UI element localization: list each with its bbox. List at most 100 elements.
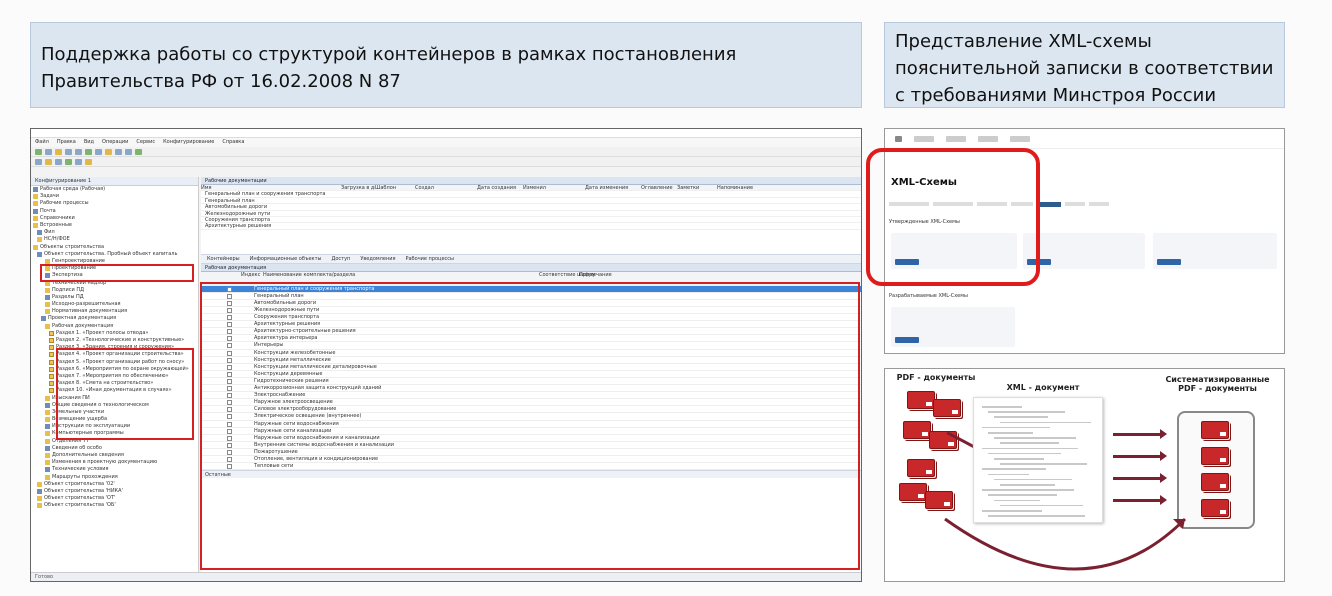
toolbar-icon[interactable] bbox=[35, 158, 42, 165]
xml-text-line bbox=[982, 468, 1046, 470]
tree-item[interactable]: Дополнительные сведения bbox=[31, 452, 198, 459]
tree-item[interactable]: Изменения в проектную документацию bbox=[31, 459, 198, 466]
toolbar-icon[interactable] bbox=[65, 148, 72, 155]
tree-item[interactable]: Объект строительства 'ОБ' bbox=[31, 502, 198, 509]
column-header[interactable]: Создал bbox=[415, 185, 477, 190]
toolbar-icon[interactable] bbox=[75, 148, 82, 155]
menu-item[interactable]: Конфигурирование bbox=[163, 138, 214, 147]
xml-tab-active[interactable] bbox=[1037, 202, 1061, 207]
tree-item-label: Объект строительства 'НИКА' bbox=[44, 487, 123, 494]
tree-item[interactable]: Разделы ПД bbox=[31, 294, 198, 301]
tree-item-label: HC/H/ФОЕ bbox=[44, 236, 70, 243]
tree-item[interactable]: Объект строительства. Пробный объект кап… bbox=[31, 251, 198, 258]
toolbar-icon[interactable] bbox=[45, 148, 52, 155]
toolbar-icon[interactable] bbox=[125, 148, 132, 155]
tree-item[interactable]: Рабочая документация bbox=[31, 323, 198, 330]
xml-text-line bbox=[982, 510, 1042, 512]
folder-icon bbox=[45, 467, 50, 473]
schema-card bbox=[1023, 233, 1145, 269]
tree-item[interactable]: Проектная документация bbox=[31, 315, 198, 322]
tree-item[interactable]: Рабочие процессы bbox=[31, 200, 198, 207]
object-tab[interactable]: Доступ bbox=[331, 256, 350, 262]
xml-text-line bbox=[994, 458, 1044, 460]
column-header[interactable]: Оглавление bbox=[641, 185, 677, 190]
tree-item[interactable]: Объект строительства 'НИКА' bbox=[31, 488, 198, 495]
tree-item[interactable]: Технические условия bbox=[31, 466, 198, 473]
xml-tab[interactable] bbox=[1089, 202, 1109, 206]
column-header[interactable]: Дата создания bbox=[477, 185, 523, 190]
column-header[interactable]: Напоминание bbox=[717, 185, 757, 190]
toolbar-icon[interactable] bbox=[105, 148, 112, 155]
toolbar-icon[interactable] bbox=[85, 148, 92, 155]
toolbar-icon[interactable] bbox=[75, 158, 82, 165]
object-tab[interactable]: Контейнеры bbox=[207, 256, 240, 262]
tree-item[interactable]: Маршруты прохождения bbox=[31, 474, 198, 481]
tree-item[interactable]: Почта bbox=[31, 208, 198, 215]
toolbar-icon[interactable] bbox=[65, 158, 72, 165]
toolbar-icon[interactable] bbox=[135, 148, 142, 155]
arrow-icon bbox=[1113, 473, 1167, 483]
tree-item[interactable]: Раздел 2. «Технологические и конструктив… bbox=[31, 337, 198, 344]
tree-item[interactable]: Исходно-разрешительная bbox=[31, 301, 198, 308]
object-tab[interactable]: Рабочие процессы bbox=[405, 256, 454, 262]
menu-item[interactable]: Справка bbox=[222, 138, 244, 147]
tree-item-label: Объект строительства. Пробный объект кап… bbox=[44, 250, 178, 257]
tree-item-label: Объект строительства 'ОТ' bbox=[44, 495, 116, 502]
tree-item[interactable]: Объекты строительства bbox=[31, 244, 198, 251]
title-left-line2: Правительства РФ от 16.02.2008 N 87 bbox=[41, 71, 401, 92]
tree-item[interactable]: Справочники bbox=[31, 215, 198, 222]
xml-text-line bbox=[988, 515, 1085, 517]
column-header[interactable]: Имя bbox=[201, 185, 341, 190]
folder-icon bbox=[49, 352, 54, 358]
tree-item[interactable]: HC/H/ФОЕ bbox=[31, 236, 198, 243]
toolbar-icon[interactable] bbox=[55, 158, 62, 165]
object-tab[interactable]: Уведомления bbox=[360, 256, 395, 262]
tree-item-label: Объект строительства 'ОБ' bbox=[44, 502, 116, 509]
tree-tab[interactable]: Конфигурирование 1 bbox=[31, 177, 198, 186]
toolbar-icon[interactable] bbox=[55, 148, 62, 155]
tree-item[interactable]: Объект строительства 'ОТ' bbox=[31, 495, 198, 502]
tree-item-label: Рабочая документация bbox=[52, 322, 114, 329]
toolbar-icon[interactable] bbox=[115, 148, 122, 155]
column-header[interactable]: Шаблон bbox=[375, 185, 415, 190]
folder-icon bbox=[45, 287, 50, 293]
download-button[interactable] bbox=[895, 337, 919, 343]
nav-link[interactable] bbox=[946, 135, 966, 142]
tree-item[interactable]: Нормативная документация bbox=[31, 308, 198, 315]
xml-tab[interactable] bbox=[1065, 202, 1085, 206]
menu-item[interactable]: Правка bbox=[57, 138, 76, 147]
tree-item[interactable]: Подписи ПД bbox=[31, 287, 198, 294]
download-button[interactable] bbox=[1157, 259, 1181, 265]
tree-item-label: Нормативная документация bbox=[52, 308, 128, 315]
column-header[interactable]: Заметки bbox=[677, 185, 717, 190]
menu-item[interactable]: Операции bbox=[102, 138, 128, 147]
column-header[interactable]: Загрузка в днях bbox=[341, 185, 375, 190]
column-header[interactable]: Дата изменения bbox=[585, 185, 641, 190]
nav-link[interactable] bbox=[914, 135, 934, 142]
nav-link[interactable] bbox=[1010, 135, 1030, 142]
tree-item[interactable]: Задачи bbox=[31, 193, 198, 200]
folder-icon bbox=[33, 244, 38, 250]
tree-item[interactable]: Встроенные bbox=[31, 222, 198, 229]
menu-item[interactable]: Сервис bbox=[136, 138, 155, 147]
toolbar-icon[interactable] bbox=[85, 158, 92, 165]
folder-icon bbox=[33, 208, 38, 214]
tree-item[interactable]: Сведения об особо bbox=[31, 445, 198, 452]
nav-link[interactable] bbox=[978, 135, 998, 142]
menu-item[interactable]: Вид bbox=[84, 138, 94, 147]
row-name: Автомобильные дороги bbox=[205, 204, 268, 210]
toolbar-icon[interactable] bbox=[35, 148, 42, 155]
object-tabs: Контейнеры Информационные объекты Доступ Ув… bbox=[201, 253, 861, 264]
folder-icon bbox=[45, 438, 50, 444]
tree-item[interactable]: Объект строительства '02' bbox=[31, 481, 198, 488]
object-tab[interactable]: Информационные объекты bbox=[250, 256, 322, 262]
menu-item[interactable]: Файл bbox=[35, 138, 49, 147]
tree-item[interactable]: Фил bbox=[31, 229, 198, 236]
column-header[interactable]: Изменил bbox=[523, 185, 585, 190]
toolbar-icon[interactable] bbox=[95, 148, 102, 155]
folder-icon bbox=[37, 503, 42, 509]
folder-icon bbox=[45, 294, 50, 300]
tree-item[interactable]: Рабочая среда (Рабочая) bbox=[31, 186, 198, 193]
toolbar-icon[interactable] bbox=[45, 158, 52, 165]
tree-item[interactable]: Раздел 1. «Проект полосы отвода» bbox=[31, 330, 198, 337]
